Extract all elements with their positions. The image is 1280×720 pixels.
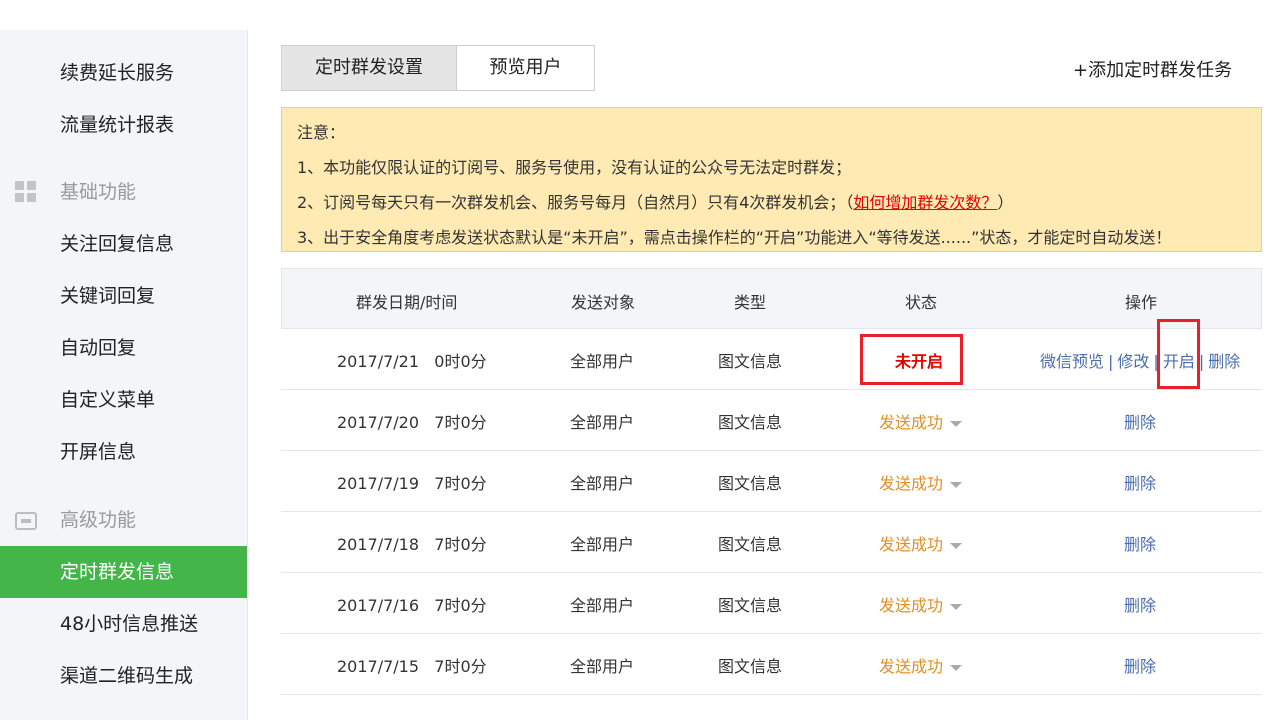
- sidebar-item-follow-reply[interactable]: 关注回复信息: [0, 218, 247, 270]
- table-row: 2017/7/16 7时0分 全部用户 图文信息 发送成功 删除: [281, 573, 1262, 634]
- delete-link[interactable]: 删除: [1124, 409, 1156, 433]
- notice-line-1: 1、本功能仅限认证的订阅号、服务号使用，没有认证的公众号无法定时群发；: [297, 158, 852, 177]
- tab-preview-users[interactable]: 预览用户: [457, 45, 595, 91]
- delete-link[interactable]: 删除: [1124, 531, 1156, 555]
- tab-scheduled-settings[interactable]: 定时群发设置: [281, 45, 457, 91]
- row-target: 全部用户: [570, 474, 635, 493]
- sidebar-item-keyword-reply[interactable]: 关键词回复: [0, 270, 247, 322]
- notice-line-2-prefix: 2、订阅号每天只有一次群发机会、服务号每月（自然月）只有4次群发机会；（: [297, 193, 854, 212]
- grid-icon: [15, 181, 37, 203]
- notice-line-2-suffix: ）: [997, 193, 1014, 212]
- sidebar-item-custom-menu[interactable]: 自定义菜单: [0, 374, 247, 426]
- status-dropdown[interactable]: 发送成功: [879, 592, 963, 616]
- row-target: 全部用户: [570, 413, 635, 432]
- action-separator: |: [1108, 352, 1114, 371]
- row-datetime: 2017/7/21 0时0分: [337, 352, 487, 371]
- delete-link[interactable]: 删除: [1124, 470, 1156, 494]
- notice-box: 注意： 1、本功能仅限认证的订阅号、服务号使用，没有认证的公众号无法定时群发； …: [281, 107, 1262, 252]
- sidebar-item-splash[interactable]: 开屏信息: [0, 426, 247, 478]
- sidebar-item-channel-qrcode[interactable]: 渠道二维码生成: [0, 650, 247, 702]
- table-row: 2017/7/15 7时0分 全部用户 图文信息 发送成功 删除: [281, 634, 1262, 695]
- row-datetime: 2017/7/19 7时0分: [337, 474, 487, 493]
- sidebar-top-edge: [0, 0, 248, 30]
- inbox-icon: [15, 509, 37, 530]
- row-type: 图文信息: [718, 352, 783, 371]
- status-label: 发送成功: [879, 596, 944, 615]
- row-type: 图文信息: [718, 596, 783, 615]
- row-datetime: 2017/7/15 7时0分: [337, 657, 487, 676]
- caret-down-icon: [950, 664, 963, 671]
- status-label: 发送成功: [879, 413, 944, 432]
- delete-link[interactable]: 删除: [1124, 653, 1156, 677]
- row-target: 全部用户: [570, 657, 635, 676]
- sidebar-item-label: 自定义菜单: [60, 389, 156, 411]
- wechat-preview-link[interactable]: 微信预览: [1040, 352, 1104, 371]
- sidebar-item-label: 自动回复: [60, 337, 137, 359]
- table-row: 2017/7/20 7时0分 全部用户 图文信息 发送成功 删除: [281, 390, 1262, 451]
- sidebar-item-scheduled-broadcast[interactable]: 定时群发信息: [0, 546, 247, 598]
- add-scheduled-task-button[interactable]: +添加定时群发任务: [1073, 56, 1232, 82]
- sidebar-item-label: 渠道二维码生成: [60, 665, 194, 687]
- notice-line-2: 2、订阅号每天只有一次群发机会、服务号每月（自然月）只有4次群发机会；（如何增加…: [297, 189, 1013, 213]
- sidebar-item-auto-reply[interactable]: 自动回复: [0, 322, 247, 374]
- sidebar-section-basic: 基础功能: [0, 166, 247, 218]
- sidebar: 续费延长服务 流量统计报表 基础功能 关注回复信息 关键词回复 自动回复 自定义…: [0, 0, 248, 720]
- header-status: 状态: [905, 293, 938, 312]
- status-dropdown[interactable]: 发送成功: [879, 531, 963, 555]
- caret-down-icon: [950, 481, 963, 488]
- table-row: 2017/7/18 7时0分 全部用户 图文信息 发送成功 删除: [281, 512, 1262, 573]
- sidebar-item-traffic-report[interactable]: 流量统计报表: [0, 99, 247, 151]
- status-label: 发送成功: [879, 474, 944, 493]
- sidebar-item-label: 续费延长服务: [60, 62, 175, 84]
- row-type: 图文信息: [718, 413, 783, 432]
- row-target: 全部用户: [570, 535, 635, 554]
- sidebar-item-48h-push[interactable]: 48小时信息推送: [0, 598, 247, 650]
- edit-link[interactable]: 修改: [1117, 352, 1149, 371]
- row-target: 全部用户: [570, 352, 635, 371]
- header-actions: 操作: [1125, 293, 1158, 312]
- table-row: 2017/7/21 0时0分 全部用户 图文信息 未开启 微信预览 | 修改 | 开启 |…: [281, 329, 1262, 390]
- delete-link[interactable]: 删除: [1208, 352, 1240, 371]
- status-label: 发送成功: [879, 657, 944, 676]
- increase-broadcast-link[interactable]: 如何增加群发次数？: [853, 193, 997, 212]
- caret-down-icon: [950, 542, 963, 549]
- sidebar-section-advanced: 高级功能: [0, 494, 247, 546]
- status-label: 发送成功: [879, 535, 944, 554]
- highlight-status-box: [860, 334, 963, 385]
- notice-line-3: 3、出于安全角度考虑发送状态默认是“未开启”，需点击操作栏的“开启”功能进入“等…: [297, 228, 1172, 247]
- sidebar-item-label: 关键词回复: [60, 285, 156, 307]
- table-header: 群发日期/时间 发送对象 类型 状态 操作: [281, 268, 1262, 329]
- row-datetime: 2017/7/20 7时0分: [337, 413, 487, 432]
- sidebar-item-renewal[interactable]: 续费延长服务: [0, 47, 247, 99]
- row-type: 图文信息: [718, 657, 783, 676]
- table-row: 2017/7/19 7时0分 全部用户 图文信息 发送成功 删除: [281, 451, 1262, 512]
- status-dropdown[interactable]: 发送成功: [879, 470, 963, 494]
- sidebar-item-label: 48小时信息推送: [60, 613, 199, 635]
- tab-bar: 定时群发设置 预览用户: [281, 45, 595, 91]
- status-dropdown[interactable]: 发送成功: [879, 409, 963, 433]
- sidebar-item-label: 关注回复信息: [60, 233, 175, 255]
- highlight-enable-box: [1157, 319, 1200, 389]
- row-actions: 微信预览 | 修改 | 开启 | 删除: [1040, 348, 1240, 372]
- sidebar-item-label: 定时群发信息: [60, 561, 175, 583]
- row-target: 全部用户: [570, 596, 635, 615]
- sidebar-item-label: 开屏信息: [60, 441, 137, 463]
- caret-down-icon: [950, 420, 963, 427]
- header-target: 发送对象: [571, 293, 636, 312]
- row-datetime: 2017/7/16 7时0分: [337, 596, 487, 615]
- status-dropdown[interactable]: 发送成功: [879, 653, 963, 677]
- sidebar-section-label: 基础功能: [60, 181, 137, 203]
- sidebar-item-label: 流量统计报表: [60, 114, 175, 136]
- row-datetime: 2017/7/18 7时0分: [337, 535, 487, 554]
- header-datetime: 群发日期/时间: [356, 293, 458, 312]
- delete-link[interactable]: 删除: [1124, 592, 1156, 616]
- header-type: 类型: [734, 293, 767, 312]
- notice-title: 注意：: [297, 123, 346, 142]
- row-type: 图文信息: [718, 474, 783, 493]
- sidebar-section-label: 高级功能: [60, 509, 137, 531]
- caret-down-icon: [950, 603, 963, 610]
- row-type: 图文信息: [718, 535, 783, 554]
